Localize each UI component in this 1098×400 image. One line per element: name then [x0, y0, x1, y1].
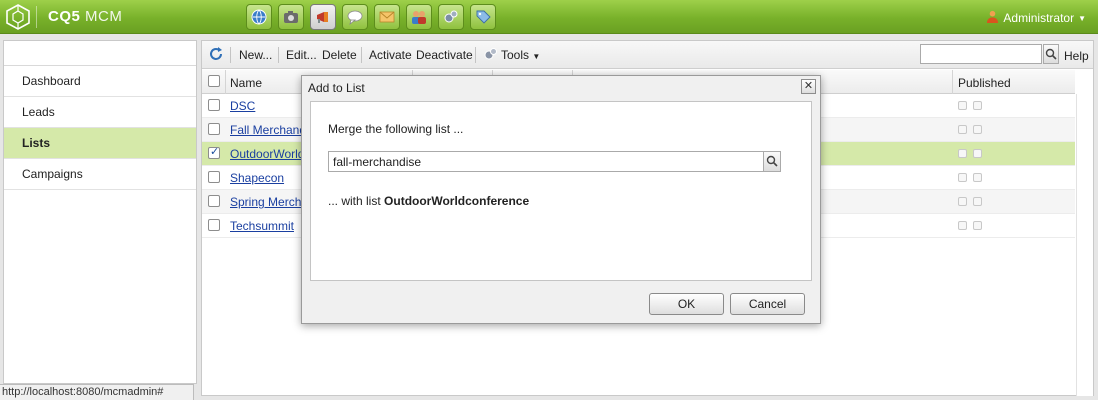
list-name-link[interactable]: Shapecon — [230, 171, 284, 185]
row-checkbox[interactable] — [208, 219, 220, 231]
status-bar-url: http://localhost:8080/mcmadmin# — [0, 384, 194, 400]
published-checkbox — [958, 173, 967, 182]
sidebar-header — [4, 41, 196, 66]
target-list-name: OutdoorWorldconference — [384, 194, 530, 208]
gears-icon[interactable] — [438, 4, 464, 30]
row-checkbox[interactable] — [208, 145, 220, 159]
sidebar-item-campaigns[interactable]: Campaigns — [4, 159, 196, 190]
deactivate-button[interactable]: Deactivate — [416, 48, 473, 62]
toolbar-divider — [361, 47, 362, 63]
list-name-link[interactable]: Techsummit — [230, 219, 294, 233]
cq5-logo-icon — [4, 3, 32, 31]
published-checkbox — [958, 149, 967, 158]
toolbar-divider — [475, 47, 476, 63]
cancel-button[interactable]: Cancel — [730, 293, 805, 315]
delete-button[interactable]: Delete — [322, 48, 357, 62]
list-path-field[interactable] — [328, 151, 764, 172]
select-all-checkbox[interactable] — [208, 75, 220, 87]
user-name: Administrator — [1003, 11, 1075, 25]
published-checkbox — [973, 221, 982, 230]
published-checkbox — [958, 221, 967, 230]
sidebar-item-dashboard[interactable]: Dashboard — [4, 66, 196, 97]
row-checkbox[interactable] — [208, 123, 220, 135]
ok-button[interactable]: OK — [649, 293, 724, 315]
merge-target-text: ... with list OutdoorWorldconference — [328, 194, 529, 208]
tag-icon[interactable] — [470, 4, 496, 30]
edit-button[interactable]: Edit... — [286, 48, 317, 62]
activate-button[interactable]: Activate — [369, 48, 412, 62]
published-checkbox — [958, 197, 967, 206]
row-checkbox[interactable] — [208, 171, 220, 183]
published-checkbox — [973, 149, 982, 158]
megaphone-icon[interactable] — [310, 4, 336, 30]
sidebar-item-leads[interactable]: Leads — [4, 97, 196, 128]
search-icon[interactable] — [1043, 44, 1059, 64]
grid-toolbar: New... Edit... Delete Activate Deactivat… — [202, 41, 1093, 69]
column-header-published[interactable]: Published — [958, 76, 1011, 90]
with-list-prefix: ... with list — [328, 194, 381, 208]
user-icon — [986, 10, 999, 26]
chevron-down-icon: ▼ — [532, 52, 541, 61]
toolbar-divider — [278, 47, 279, 63]
toolbar-divider — [230, 47, 231, 63]
list-name-link[interactable]: DSC — [230, 99, 255, 113]
people-icon[interactable] — [406, 4, 432, 30]
vertical-scrollbar[interactable] — [1076, 94, 1093, 396]
published-checkbox — [973, 125, 982, 134]
close-icon[interactable]: ✕ — [801, 79, 816, 94]
add-to-list-dialog: Add to List ✕ Merge the following list .… — [301, 75, 821, 324]
merge-message: Merge the following list ... — [328, 122, 464, 136]
help-link[interactable]: Help — [1064, 49, 1089, 63]
dialog-title: Add to List — [308, 81, 365, 95]
dialog-body: Merge the following list ... ... with li… — [310, 101, 812, 281]
camera-icon[interactable] — [278, 4, 304, 30]
tools-menu-button[interactable]: Tools ▼ — [501, 48, 540, 62]
list-name-link[interactable]: OutdoorWorldc — [230, 147, 310, 161]
main-nav — [246, 4, 496, 30]
column-divider — [225, 70, 226, 94]
published-checkbox — [973, 173, 982, 182]
top-bar: CQ5 MCM Administrator ▼ — [0, 0, 1098, 34]
published-checkbox — [973, 197, 982, 206]
mail-icon[interactable] — [374, 4, 400, 30]
refresh-icon[interactable] — [208, 46, 224, 62]
brand-bold: CQ5 — [48, 8, 81, 25]
chevron-down-icon: ▼ — [1078, 13, 1086, 23]
sidebar-item-lists[interactable]: Lists — [4, 128, 196, 159]
tools-label: Tools — [501, 48, 530, 62]
search-icon[interactable] — [763, 151, 781, 172]
globe-icon[interactable] — [246, 4, 272, 30]
row-checkbox[interactable] — [208, 99, 220, 111]
sidebar: Dashboard Leads Lists Campaigns — [3, 40, 197, 384]
chat-icon[interactable] — [342, 4, 368, 30]
new-button[interactable]: New... — [239, 48, 272, 62]
brand-light: MCM — [85, 8, 123, 25]
tools-icon — [483, 47, 498, 62]
app-title: CQ5 MCM — [48, 8, 122, 25]
user-menu[interactable]: Administrator ▼ — [986, 10, 1086, 26]
published-checkbox — [958, 125, 967, 134]
search-input[interactable] — [920, 44, 1042, 64]
column-divider — [952, 70, 953, 94]
row-checkbox[interactable] — [208, 195, 220, 207]
logo-divider — [36, 6, 37, 28]
published-checkbox — [973, 101, 982, 110]
column-header-name[interactable]: Name — [230, 76, 262, 90]
published-checkbox — [958, 101, 967, 110]
